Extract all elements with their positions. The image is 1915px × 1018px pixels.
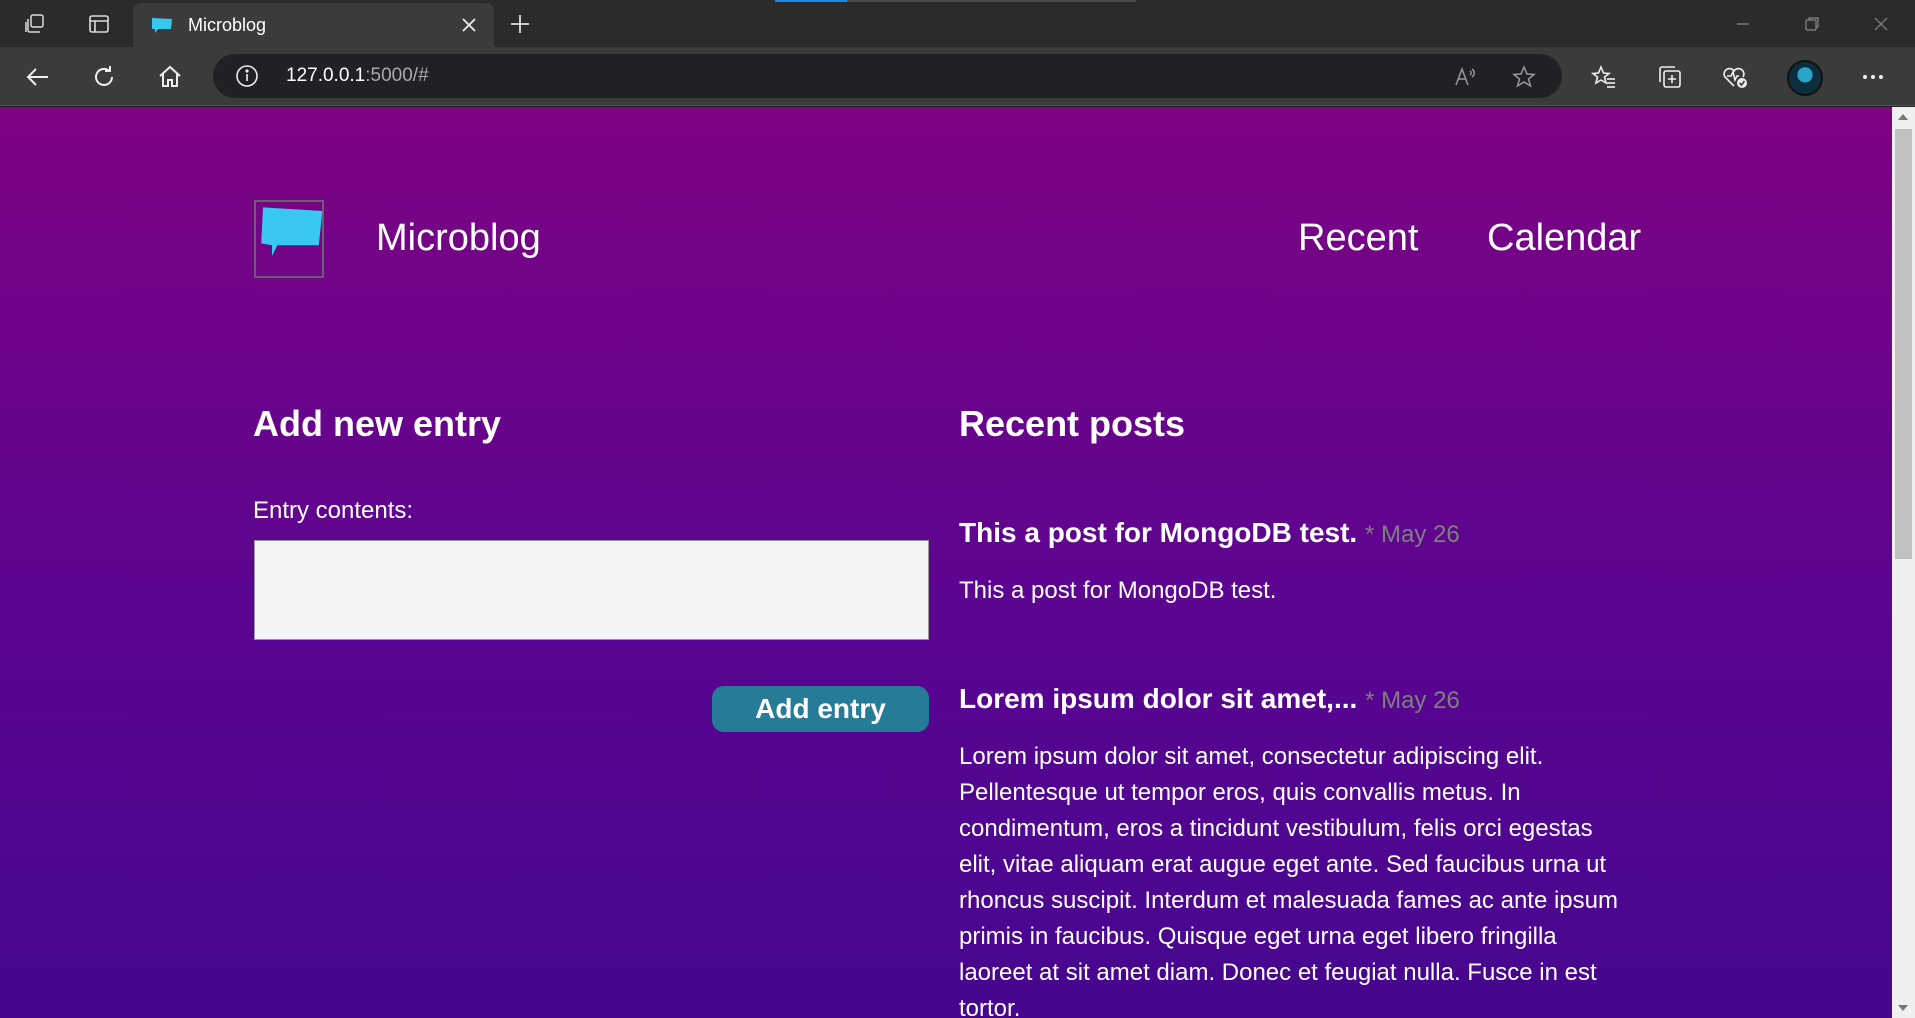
new-tab-icon[interactable] xyxy=(505,9,535,39)
favorite-star-icon[interactable] xyxy=(1510,63,1538,91)
url-text: 127.0.0.1:5000/# xyxy=(286,65,429,86)
minimize-icon[interactable] xyxy=(1728,10,1758,38)
browser-toolbar: 127.0.0.1:5000/# xyxy=(0,47,1915,106)
page-scrollbar[interactable] xyxy=(1892,107,1915,1018)
tab-bar: Microblog xyxy=(0,0,1915,47)
address-bar[interactable]: 127.0.0.1:5000/# xyxy=(213,54,1562,98)
browser-tab[interactable]: Microblog xyxy=(133,3,494,47)
post-date: * May 26 xyxy=(1365,687,1460,714)
workspaces-icon[interactable] xyxy=(21,10,49,38)
tab-actions-icon[interactable] xyxy=(85,10,113,38)
recent-posts-heading: Recent posts xyxy=(959,403,1186,444)
favorites-icon[interactable] xyxy=(1586,59,1622,95)
scroll-thumb[interactable] xyxy=(1895,129,1912,559)
nav-calendar-link[interactable]: Calendar xyxy=(1487,217,1641,260)
read-aloud-icon[interactable] xyxy=(1451,63,1479,91)
home-icon[interactable] xyxy=(152,59,188,95)
nav-recent-link[interactable]: Recent xyxy=(1298,217,1418,260)
tab-title: Microblog xyxy=(188,15,267,35)
post-body: This a post for MongoDB test. xyxy=(959,577,1277,604)
loading-indicator xyxy=(775,0,1136,2)
site-logo[interactable] xyxy=(254,200,324,278)
entry-contents-label: Entry contents: xyxy=(253,497,414,524)
restore-icon[interactable] xyxy=(1797,10,1827,38)
close-window-icon[interactable] xyxy=(1866,10,1896,38)
close-tab-icon[interactable] xyxy=(458,14,480,36)
site-info-icon[interactable] xyxy=(235,64,259,88)
collections-icon[interactable] xyxy=(1652,59,1688,95)
more-options-icon[interactable] xyxy=(1855,59,1891,95)
browser-essentials-icon[interactable] xyxy=(1717,59,1753,95)
add-entry-heading: Add new entry xyxy=(253,403,502,444)
microblog-favicon-icon xyxy=(152,18,172,33)
add-entry-button[interactable]: Add entry xyxy=(712,686,929,732)
speech-bubble-icon xyxy=(261,207,323,256)
page-viewport: Microblog Recent Calendar Add new entry … xyxy=(0,107,1892,1018)
post-title[interactable]: Lorem ipsum dolor sit amet,... * May 26 xyxy=(959,683,1460,715)
entry-contents-textarea[interactable] xyxy=(254,540,929,640)
profile-avatar[interactable] xyxy=(1787,60,1823,96)
post-date: * May 26 xyxy=(1365,521,1460,548)
scroll-down-icon[interactable] xyxy=(1898,1005,1908,1011)
post-body: Lorem ipsum dolor sit amet, consectetur … xyxy=(959,743,1618,1018)
site-title[interactable]: Microblog xyxy=(376,217,541,260)
post-title[interactable]: This a post for MongoDB test. * May 26 xyxy=(959,517,1460,549)
back-icon[interactable] xyxy=(20,59,56,95)
scroll-up-icon[interactable] xyxy=(1898,114,1908,120)
refresh-icon[interactable] xyxy=(86,59,122,95)
